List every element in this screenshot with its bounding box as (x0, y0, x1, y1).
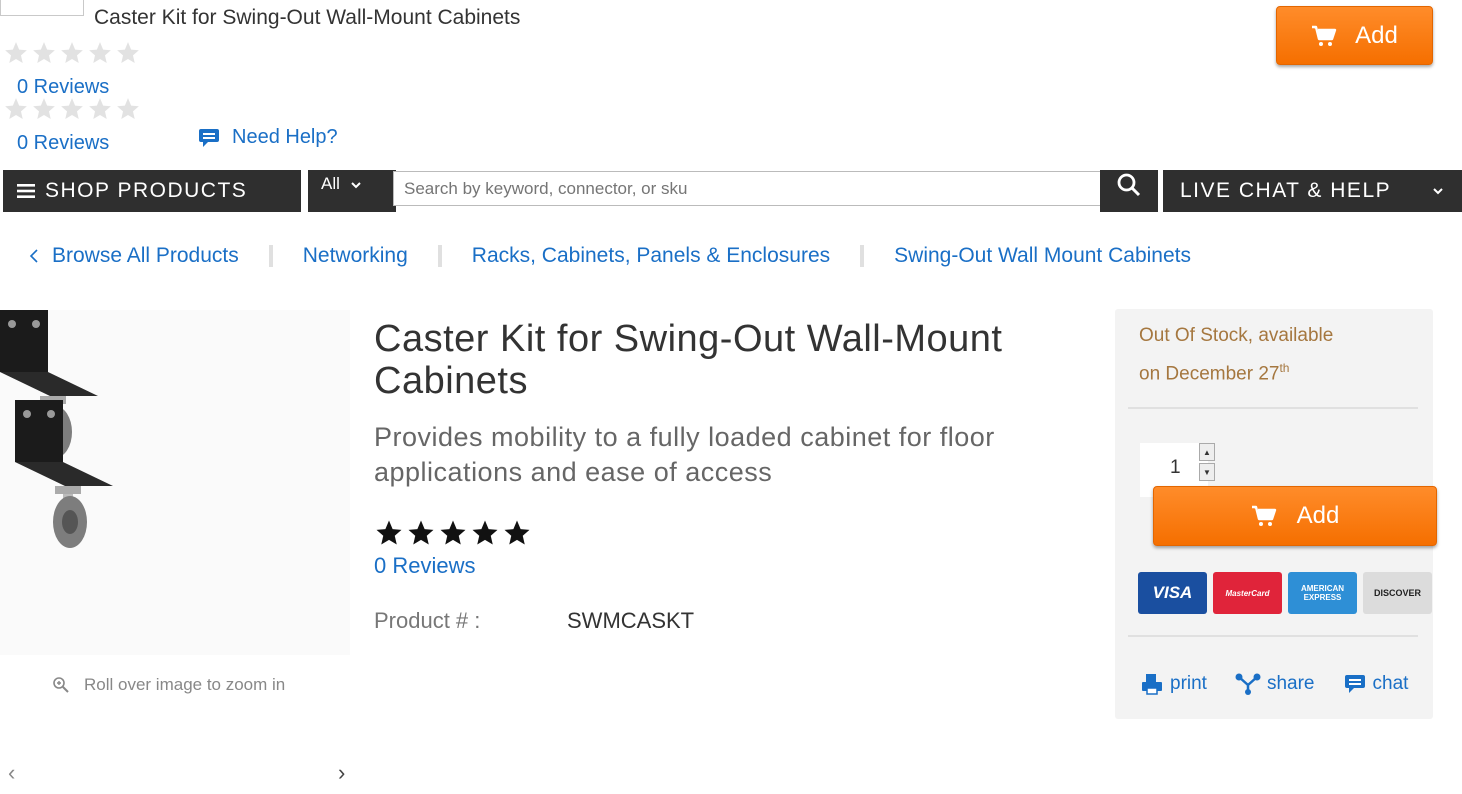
chat-label: chat (1372, 673, 1409, 694)
print-link[interactable]: print (1140, 672, 1207, 696)
cart-icon (1312, 25, 1337, 46)
share-link[interactable]: share (1235, 672, 1315, 696)
hamburger-icon (17, 184, 35, 198)
star-icon (115, 40, 141, 66)
stock-status: Out Of Stock, available on December 27th (1139, 320, 1333, 390)
star-icon (87, 40, 113, 66)
shop-products-button[interactable]: SHOP PRODUCTS (3, 170, 301, 212)
product-reviews-link[interactable]: 0 Reviews (374, 553, 475, 579)
need-help-label: Need Help? (232, 126, 338, 148)
sticky-reviews-link-2[interactable]: 0 Reviews (17, 132, 109, 155)
product-number-value: SWMCASKT (567, 608, 695, 633)
share-label: share (1266, 673, 1315, 694)
cart-icon (1251, 505, 1276, 526)
product-title: Caster Kit for Swing-Out Wall-Mount Cabi… (374, 318, 1003, 402)
carousel-prev-icon[interactable]: ‹ (8, 760, 15, 786)
chevron-down-icon (1433, 188, 1443, 195)
print-icon (1142, 674, 1162, 695)
sticky-rating-stars-2 (3, 96, 141, 122)
add-to-cart-button[interactable]: Add (1153, 486, 1437, 546)
stock-date: on December 27 (1139, 363, 1280, 385)
discover-card-icon: DISCOVER (1363, 572, 1432, 614)
product-actions: print share chat (1140, 672, 1408, 696)
print-label: print (1170, 673, 1207, 694)
search-icon (1117, 173, 1141, 197)
carousel-next-icon[interactable]: › (338, 760, 345, 786)
amex-card-icon: AMERICAN EXPRESS (1288, 572, 1357, 614)
chat-icon (1344, 675, 1365, 693)
mastercard-icon: MasterCard (1213, 572, 1282, 614)
increment-button[interactable]: ▲ (1199, 443, 1215, 461)
payment-cards: VISA MasterCard AMERICAN EXPRESS DISCOVE… (1138, 572, 1432, 614)
need-help-link[interactable]: Need Help? (198, 126, 338, 149)
breadcrumb-divider (268, 245, 273, 267)
product-image[interactable] (0, 310, 350, 655)
breadcrumb-item[interactable]: Networking (303, 244, 408, 268)
breadcrumb-divider (437, 245, 442, 267)
star-icon (87, 96, 113, 122)
divider (1128, 635, 1418, 637)
chat-icon (199, 128, 219, 147)
zoom-hint: Roll over image to zoom in (52, 675, 285, 695)
product-subtitle: Provides mobility to a fully loaded cabi… (374, 422, 995, 487)
breadcrumb-item[interactable]: Browse All Products (52, 244, 239, 268)
star-icon (59, 40, 85, 66)
live-chat-label: LIVE CHAT & HELP (1180, 179, 1392, 202)
divider (1128, 407, 1418, 409)
stock-line-1: Out Of Stock, available (1139, 325, 1334, 346)
chat-link[interactable]: chat (1343, 672, 1409, 696)
star-icon (115, 96, 141, 122)
star-icon (31, 40, 57, 66)
category-select-value: All (321, 174, 340, 193)
add-label: Add (1355, 21, 1398, 49)
product-number-label: Product # : (374, 608, 481, 633)
breadcrumb-divider (860, 245, 865, 267)
sticky-product-title: Caster Kit for Swing-Out Wall-Mount Cabi… (94, 6, 521, 29)
breadcrumb: Browse All Products Networking Racks, Ca… (28, 244, 1191, 268)
shop-products-label: SHOP PRODUCTS (45, 179, 248, 202)
chevron-left-icon (29, 249, 38, 263)
sticky-add-to-cart-button[interactable]: Add (1276, 6, 1433, 65)
add-label: Add (1296, 502, 1340, 529)
sticky-thumbnail (0, 0, 84, 16)
search-input[interactable] (393, 171, 1101, 206)
star-icon (59, 96, 85, 122)
zoom-in-icon (53, 677, 69, 693)
star-icon (406, 518, 436, 548)
decrement-button[interactable]: ▼ (1199, 463, 1215, 481)
star-icon (374, 518, 404, 548)
live-chat-help-button[interactable]: LIVE CHAT & HELP (1163, 170, 1462, 212)
product-rating-stars (374, 518, 532, 548)
star-icon (3, 40, 29, 66)
main-nav-bar: SHOP PRODUCTS All LIVE CHAT & HELP (3, 170, 1462, 212)
chevron-down-icon (351, 182, 361, 189)
breadcrumb-item[interactable]: Swing-Out Wall Mount Cabinets (894, 244, 1191, 268)
sticky-rating-stars (3, 40, 141, 66)
star-icon (470, 518, 500, 548)
star-icon (3, 96, 29, 122)
category-select[interactable]: All (308, 170, 396, 212)
stock-line-2: on December 27th (1139, 352, 1333, 390)
quantity-value: 1 (1170, 457, 1181, 478)
breadcrumb-item[interactable]: Racks, Cabinets, Panels & Enclosures (472, 244, 830, 268)
star-icon (31, 96, 57, 122)
star-icon (502, 518, 532, 548)
visa-card-icon: VISA (1138, 572, 1207, 614)
zoom-hint-label: Roll over image to zoom in (84, 675, 286, 694)
caster-kit-image (0, 310, 113, 548)
stock-date-suffix: th (1279, 361, 1290, 375)
share-icon (1235, 673, 1261, 695)
search-button[interactable] (1100, 170, 1158, 212)
star-icon (438, 518, 468, 548)
